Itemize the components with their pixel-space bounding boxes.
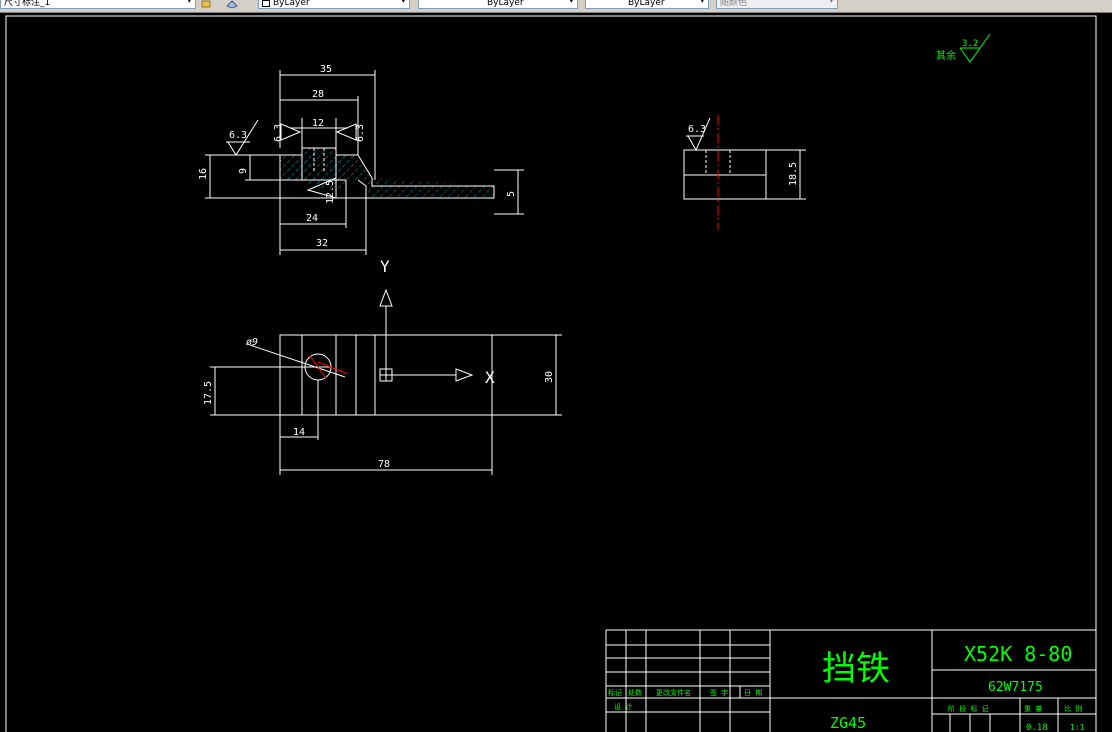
dimension-12: 12 xyxy=(312,118,324,129)
dimension-14: 14 xyxy=(293,427,305,438)
layer-value: 尺寸标注_1 xyxy=(4,0,51,8)
linetype-dropdown[interactable]: ByLayer ▼ xyxy=(418,0,578,9)
dimension-78: 78 xyxy=(378,459,390,470)
plan-view-text: Y X ø9 17.5 14 78 30 xyxy=(203,257,555,470)
scale-label: 比 例 xyxy=(1064,704,1082,713)
general-roughness-note: 其余 3.2 xyxy=(936,33,991,63)
chevron-down-icon[interactable]: ▼ xyxy=(700,0,705,4)
dimension-32: 32 xyxy=(316,238,328,249)
rev-header-file: 更改文件名 xyxy=(656,688,691,697)
dimension-5: 5 xyxy=(506,191,517,197)
layer-previous-icon[interactable] xyxy=(226,0,238,9)
dimension-17-5: 17.5 xyxy=(203,381,214,405)
ucs-y-label: Y xyxy=(380,257,390,276)
part-name: 挡铁 xyxy=(822,649,890,689)
rev-header-mark: 标记 xyxy=(608,688,622,697)
layer-dropdown[interactable]: 尺寸标注_1 ▼ xyxy=(0,0,196,9)
lineweight-dropdown[interactable]: ByLayer ▼ xyxy=(585,0,709,9)
title-block-text: 挡铁 X52K 8-80 62W7175 ZG45 标记 处数 更改文件名 签 … xyxy=(608,642,1085,732)
roughness-value-right: 6.3 xyxy=(355,124,366,142)
ucs-x-label: X xyxy=(485,368,495,387)
chevron-down-icon[interactable]: ▼ xyxy=(569,0,574,4)
rev-header-date: 日 期 xyxy=(744,689,762,697)
dimension-35: 35 xyxy=(320,64,332,75)
roughness-symbol-icon xyxy=(335,123,357,141)
rev-header-sign: 签 字 xyxy=(710,688,728,697)
roughness-value-center: 12.5 xyxy=(325,180,336,204)
side-view-text: 6.3 18.5 xyxy=(688,124,799,186)
front-section-view xyxy=(205,70,524,255)
cad-application-window: 尺寸标注_1 ▼ ByLayer ▼ ByLayer ▼ ByLayer ▼ 随… xyxy=(0,0,1112,732)
color-dropdown[interactable]: ByLayer ▼ xyxy=(258,0,410,9)
roughness-note-prefix: 其余 xyxy=(936,49,956,62)
drawing-number: 62W7175 xyxy=(988,680,1043,695)
rev-header-count: 处数 xyxy=(628,688,642,697)
scale-value: 1:1 xyxy=(1070,723,1085,732)
weight-label: 重 量 xyxy=(1024,705,1042,713)
diameter-leader xyxy=(249,344,346,378)
dimension-diameter: ø9 xyxy=(246,337,258,348)
design-label: 设 计 xyxy=(614,702,632,711)
dimension-9: 9 xyxy=(238,168,249,174)
side-roughness-value: 6.3 xyxy=(688,124,706,135)
plotstyle-value: 随颜色 xyxy=(720,0,748,8)
machine-code: X52K 8-80 xyxy=(964,642,1072,666)
chevron-down-icon[interactable]: ▼ xyxy=(829,0,834,4)
roughness-value-left: 6.3 xyxy=(273,124,284,142)
dimension-16: 16 xyxy=(198,168,209,180)
chevron-down-icon[interactable]: ▼ xyxy=(187,0,192,4)
drawing-canvas[interactable]: 其余 3.2 35 28 12 24 32 16 9 5 6.3 6.3 6.3… xyxy=(0,12,1112,732)
dimension-18-5: 18.5 xyxy=(788,162,799,186)
color-swatch-icon xyxy=(262,0,270,7)
plotstyle-dropdown[interactable]: 随颜色 ▼ xyxy=(716,0,838,9)
dimension-30: 30 xyxy=(544,371,555,383)
stage-label: 阶 段 标 记 xyxy=(948,704,989,713)
lineweight-value: ByLayer xyxy=(628,0,665,8)
weight-value: 0.18 xyxy=(1026,723,1048,732)
layer-state-icon[interactable] xyxy=(201,0,213,9)
dimension-28: 28 xyxy=(312,89,324,100)
roughness-value-top-left: 6.3 xyxy=(229,130,247,141)
linetype-value: ByLayer xyxy=(487,0,524,8)
ucs-y-arrow-icon xyxy=(379,288,393,307)
dimension-24: 24 xyxy=(306,213,318,224)
section-hatch xyxy=(280,148,494,198)
ucs-x-arrow-icon xyxy=(455,368,474,382)
color-value: ByLayer xyxy=(273,0,310,8)
material: ZG45 xyxy=(830,714,866,732)
chevron-down-icon[interactable]: ▼ xyxy=(401,0,406,4)
